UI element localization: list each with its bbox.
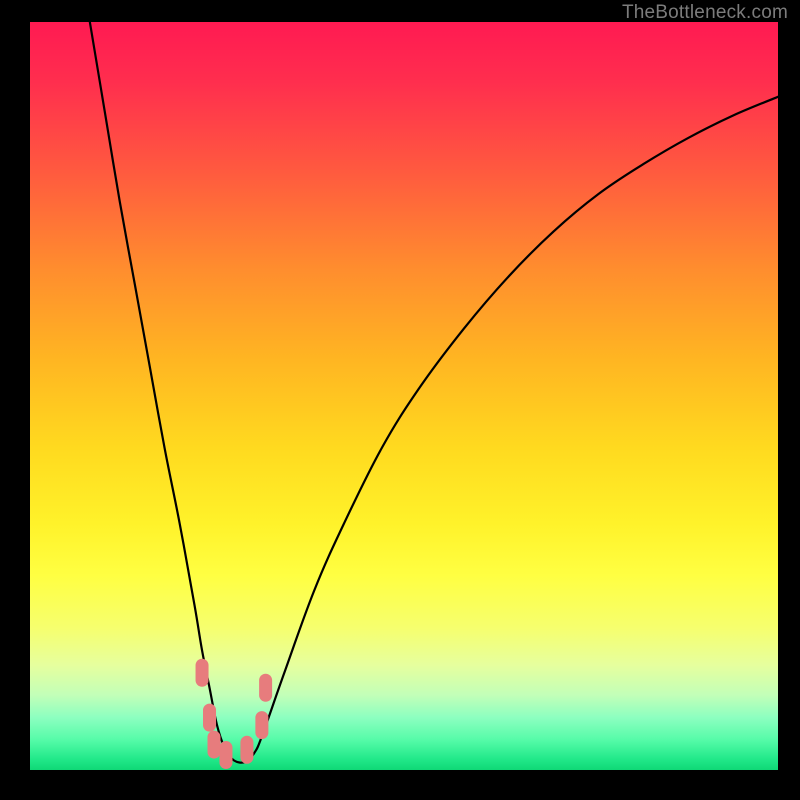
watermark-text: TheBottleneck.com: [622, 2, 788, 24]
marker-pill: [219, 741, 232, 769]
curve-layer: [30, 22, 778, 770]
plot-area: [30, 22, 778, 770]
marker-pill: [208, 731, 221, 759]
chart-frame: TheBottleneck.com: [0, 0, 800, 800]
marker-pill: [203, 704, 216, 732]
marker-pill: [259, 674, 272, 702]
bottleneck-curve: [90, 22, 778, 763]
marker-cluster: [196, 659, 273, 769]
marker-pill: [255, 711, 268, 739]
marker-pill: [196, 659, 209, 687]
marker-pill: [240, 736, 253, 764]
